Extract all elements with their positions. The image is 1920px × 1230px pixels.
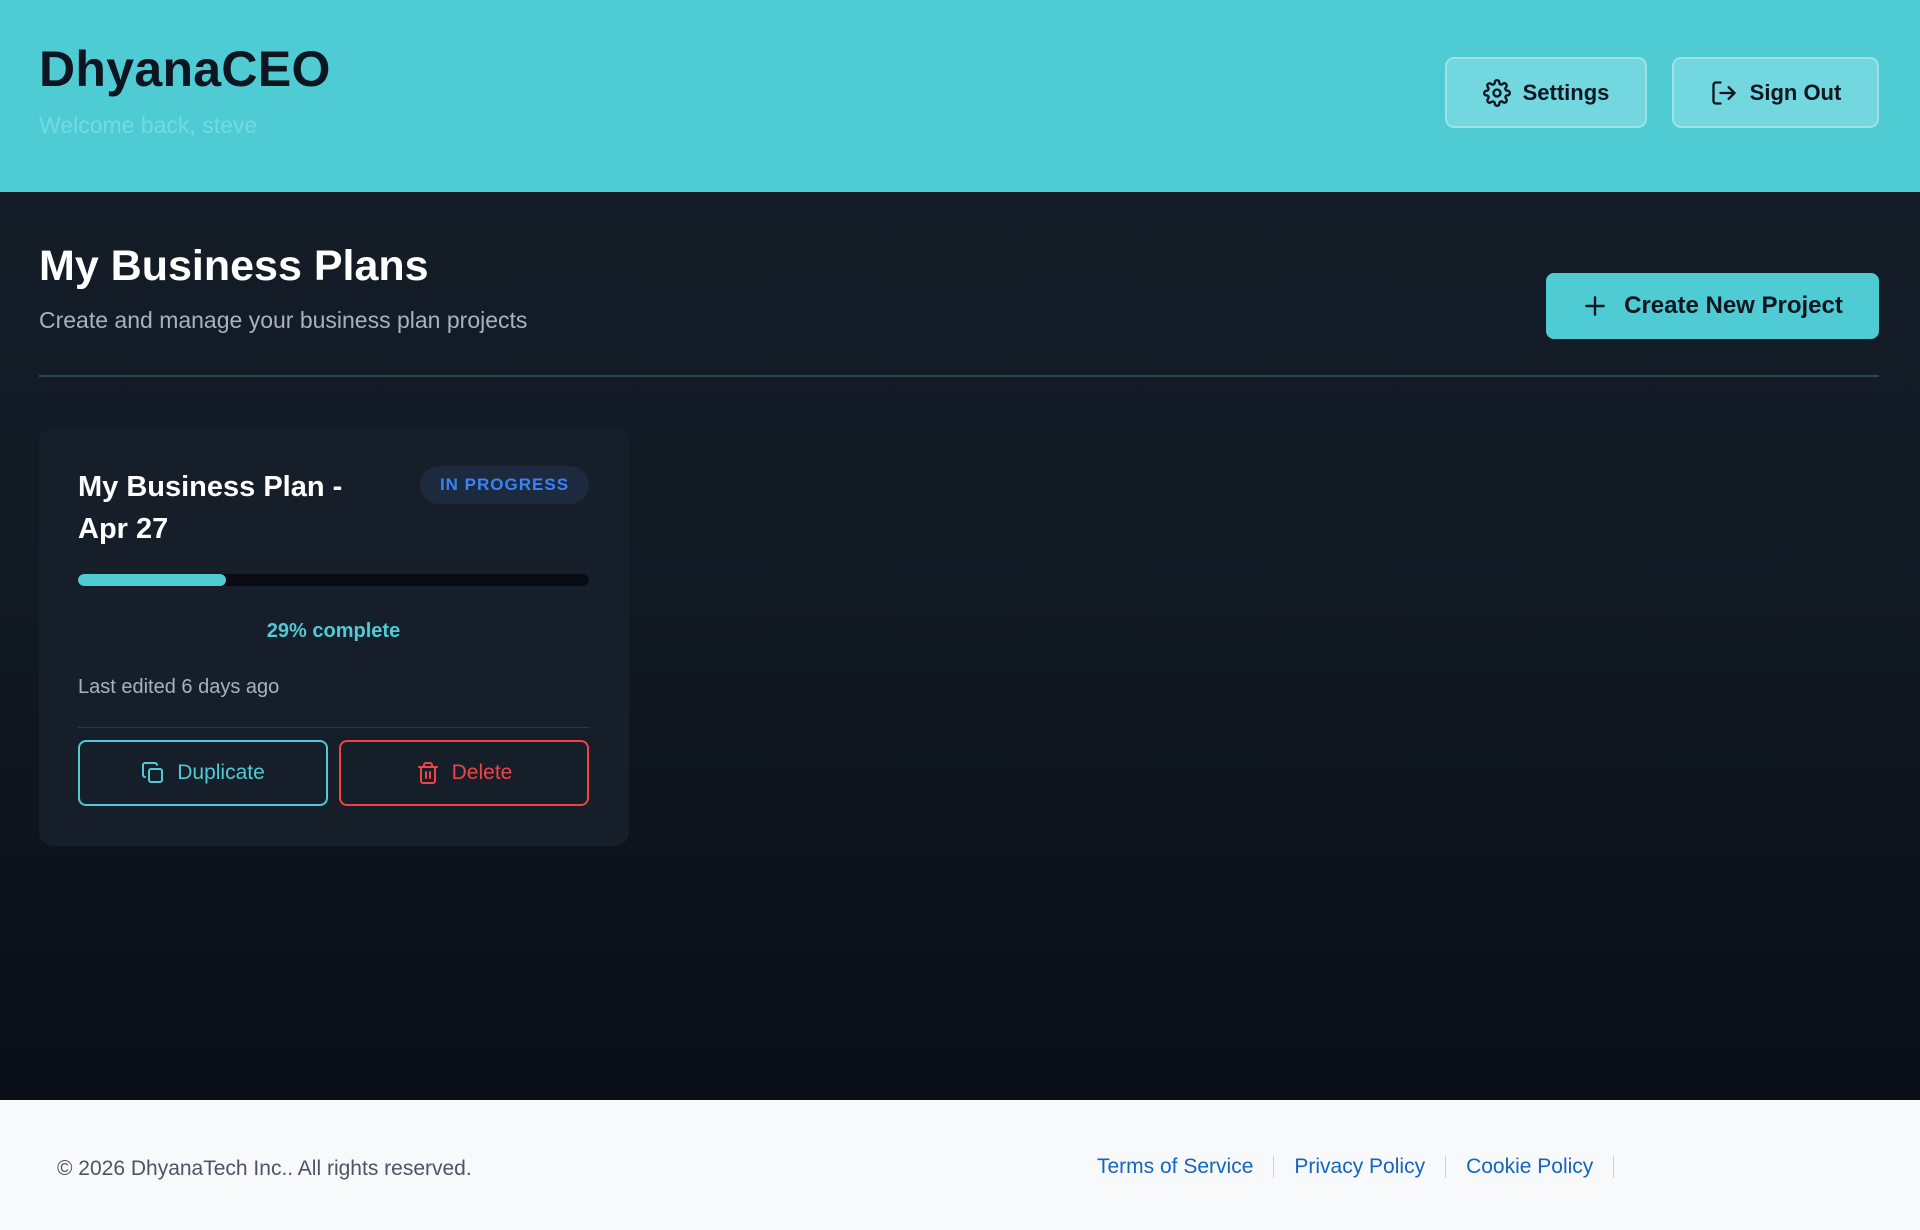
terms-of-service-link[interactable]: Terms of Service [1097, 1155, 1253, 1179]
footer-links: Terms of Service Privacy Policy Cookie P… [1097, 1155, 1634, 1179]
sign-out-label: Sign Out [1749, 79, 1842, 105]
main-content: My Business Plans Create and manage your… [0, 192, 1920, 1100]
card-divider [78, 727, 589, 728]
duplicate-label: Duplicate [177, 761, 265, 784]
section-divider [39, 375, 1879, 377]
gear-icon [1482, 78, 1511, 107]
trash-icon [417, 762, 438, 784]
delete-label: Delete [451, 761, 513, 784]
project-title: My Business Plan - Apr 27 [78, 471, 343, 545]
progress-bar [78, 574, 589, 586]
settings-button[interactable]: Settings [1445, 57, 1647, 128]
link-separator [1273, 1156, 1275, 1178]
plus-icon [1585, 296, 1605, 316]
link-separator [1613, 1156, 1615, 1178]
page-footer: © 2026 DhyanaTech Inc.. All rights reser… [0, 1100, 1920, 1230]
page-subtitle: Create and manage your business plan pro… [39, 307, 528, 333]
create-new-project-button[interactable]: Create New Project [1546, 273, 1879, 339]
welcome-message: Welcome back, steve [39, 112, 258, 138]
delete-button[interactable]: Delete [339, 740, 589, 806]
app-header: DhyanaCEO Welcome back, steve Settings S… [0, 0, 1920, 192]
sign-out-icon [1712, 80, 1736, 105]
brand-logo: DhyanaCEO [39, 41, 331, 97]
settings-label: Settings [1522, 79, 1610, 105]
progress-text: 29% complete [266, 620, 401, 642]
page-title: My Business Plans [39, 242, 429, 290]
create-new-project-label: Create New Project [1624, 292, 1843, 319]
duplicate-button[interactable]: Duplicate [78, 740, 328, 806]
sign-out-button[interactable]: Sign Out [1672, 57, 1879, 128]
progress-bar-fill [78, 574, 227, 586]
link-separator [1445, 1156, 1447, 1178]
project-card[interactable]: My Business Plan - Apr 27 IN PROGRESS 29… [39, 428, 629, 846]
privacy-policy-link[interactable]: Privacy Policy [1294, 1155, 1425, 1179]
cookie-policy-link[interactable]: Cookie Policy [1466, 1155, 1593, 1179]
status-badge: IN PROGRESS [420, 466, 589, 504]
copyright-text: © 2026 DhyanaTech Inc.. All rights reser… [57, 1157, 472, 1180]
copy-icon [142, 762, 164, 783]
last-edited-text: Last edited 6 days ago [78, 676, 280, 698]
